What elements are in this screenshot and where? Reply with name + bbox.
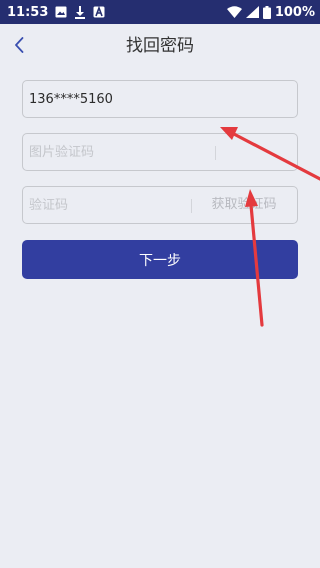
app-a-icon bbox=[93, 6, 105, 18]
image-icon bbox=[55, 6, 67, 18]
download-icon bbox=[75, 5, 86, 19]
phone-input[interactable] bbox=[29, 81, 291, 117]
phone-field bbox=[22, 80, 298, 118]
captcha-image[interactable] bbox=[219, 138, 291, 166]
header: 找回密码 bbox=[0, 24, 320, 68]
back-button[interactable] bbox=[9, 34, 29, 56]
battery-percent: 100% bbox=[274, 4, 315, 20]
signal-icon bbox=[245, 6, 259, 18]
page-title: 找回密码 bbox=[126, 36, 194, 56]
status-bar-right: 100% bbox=[226, 4, 315, 20]
image-captcha-field bbox=[22, 133, 298, 171]
wifi-icon bbox=[226, 6, 242, 18]
status-bar: 11:53 100% bbox=[0, 0, 320, 24]
captcha-divider bbox=[215, 146, 216, 160]
battery-icon bbox=[262, 5, 271, 19]
image-captcha-input[interactable] bbox=[29, 134, 209, 170]
sms-code-input[interactable] bbox=[29, 187, 185, 223]
sms-code-field: 获取验证码 bbox=[22, 186, 298, 224]
chevron-left-icon bbox=[15, 37, 24, 53]
get-code-button[interactable]: 获取验证码 bbox=[191, 187, 297, 223]
next-step-button[interactable]: 下一步 bbox=[22, 240, 298, 279]
status-bar-left: 11:53 bbox=[7, 5, 105, 20]
status-time: 11:53 bbox=[7, 4, 49, 20]
